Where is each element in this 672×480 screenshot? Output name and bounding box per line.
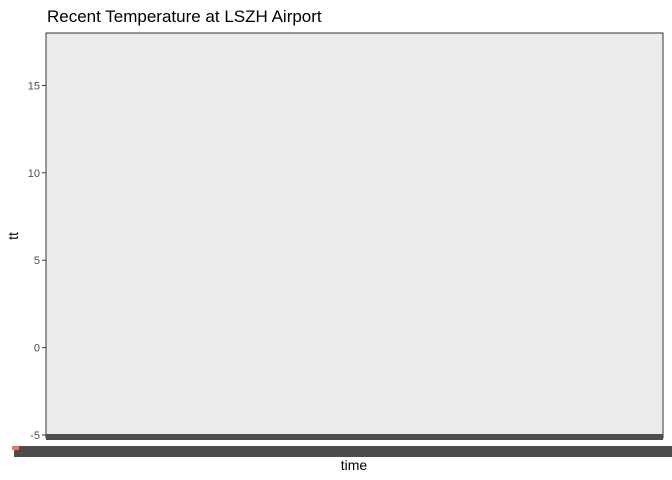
- x-tick-label-mass: [14, 446, 672, 457]
- y-tick-label: -5: [30, 430, 40, 442]
- data-line-band: [46, 434, 663, 440]
- chart-title: Recent Temperature at LSZH Airport: [47, 7, 322, 26]
- y-tick-label: 5: [34, 255, 40, 267]
- x-tick-label-highlight: [12, 446, 19, 450]
- y-tick-label: 10: [28, 168, 40, 180]
- x-axis-title: time: [341, 457, 368, 473]
- y-tick-label: 15: [28, 80, 40, 92]
- x-axis-overplotted-labels: [12, 446, 672, 457]
- y-tick-label: 0: [34, 343, 40, 355]
- y-axis-ticks: 15 10 5 0 -5: [28, 80, 46, 442]
- plot-panel: [45, 32, 664, 439]
- y-axis-title: tt: [5, 232, 21, 240]
- chart: Recent Temperature at LSZH Airport 15 10 5…: [5, 7, 672, 473]
